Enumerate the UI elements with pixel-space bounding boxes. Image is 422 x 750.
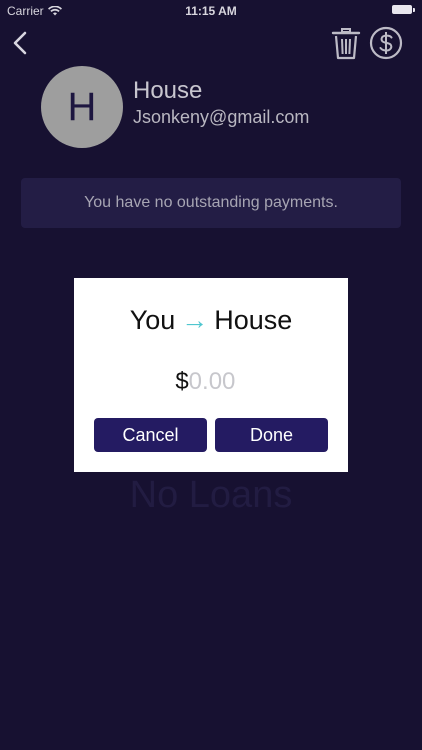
dialog-title: You → House	[74, 305, 348, 336]
chevron-left-icon	[13, 31, 27, 55]
cancel-button[interactable]: Cancel	[94, 418, 207, 452]
dollar-circle-icon	[369, 26, 403, 60]
currency-symbol: $	[175, 368, 189, 395]
profile-name: House	[133, 77, 203, 104]
done-button[interactable]: Done	[215, 418, 328, 452]
arrow-right-icon: →	[181, 305, 209, 335]
payer-label: You	[129, 305, 176, 335]
payments-message: You have no outstanding payments.	[84, 194, 338, 211]
delete-button[interactable]	[330, 26, 362, 62]
no-loans-label: No Loans	[129, 474, 293, 516]
payments-banner: You have no outstanding payments.	[21, 178, 401, 228]
status-time: 11:15 AM	[185, 4, 237, 18]
status-bar: Carrier 11:15 AM	[0, 0, 422, 22]
amount-input[interactable]	[188, 368, 247, 396]
trash-icon	[331, 28, 361, 60]
back-button[interactable]	[8, 28, 34, 58]
battery-icon	[392, 5, 415, 14]
profile-email: Jsonkeny@gmail.com	[133, 107, 310, 127]
screen: Carrier 11:15 AM H House Jsonkeny@gmail.…	[0, 0, 422, 750]
amount-row: $	[74, 368, 348, 396]
avatar-initial: H	[67, 84, 97, 129]
payment-button[interactable]	[369, 26, 403, 60]
payee-label: House	[214, 305, 293, 335]
avatar: H	[41, 66, 123, 148]
payment-dialog: You→House $ Cancel Done	[74, 278, 348, 472]
